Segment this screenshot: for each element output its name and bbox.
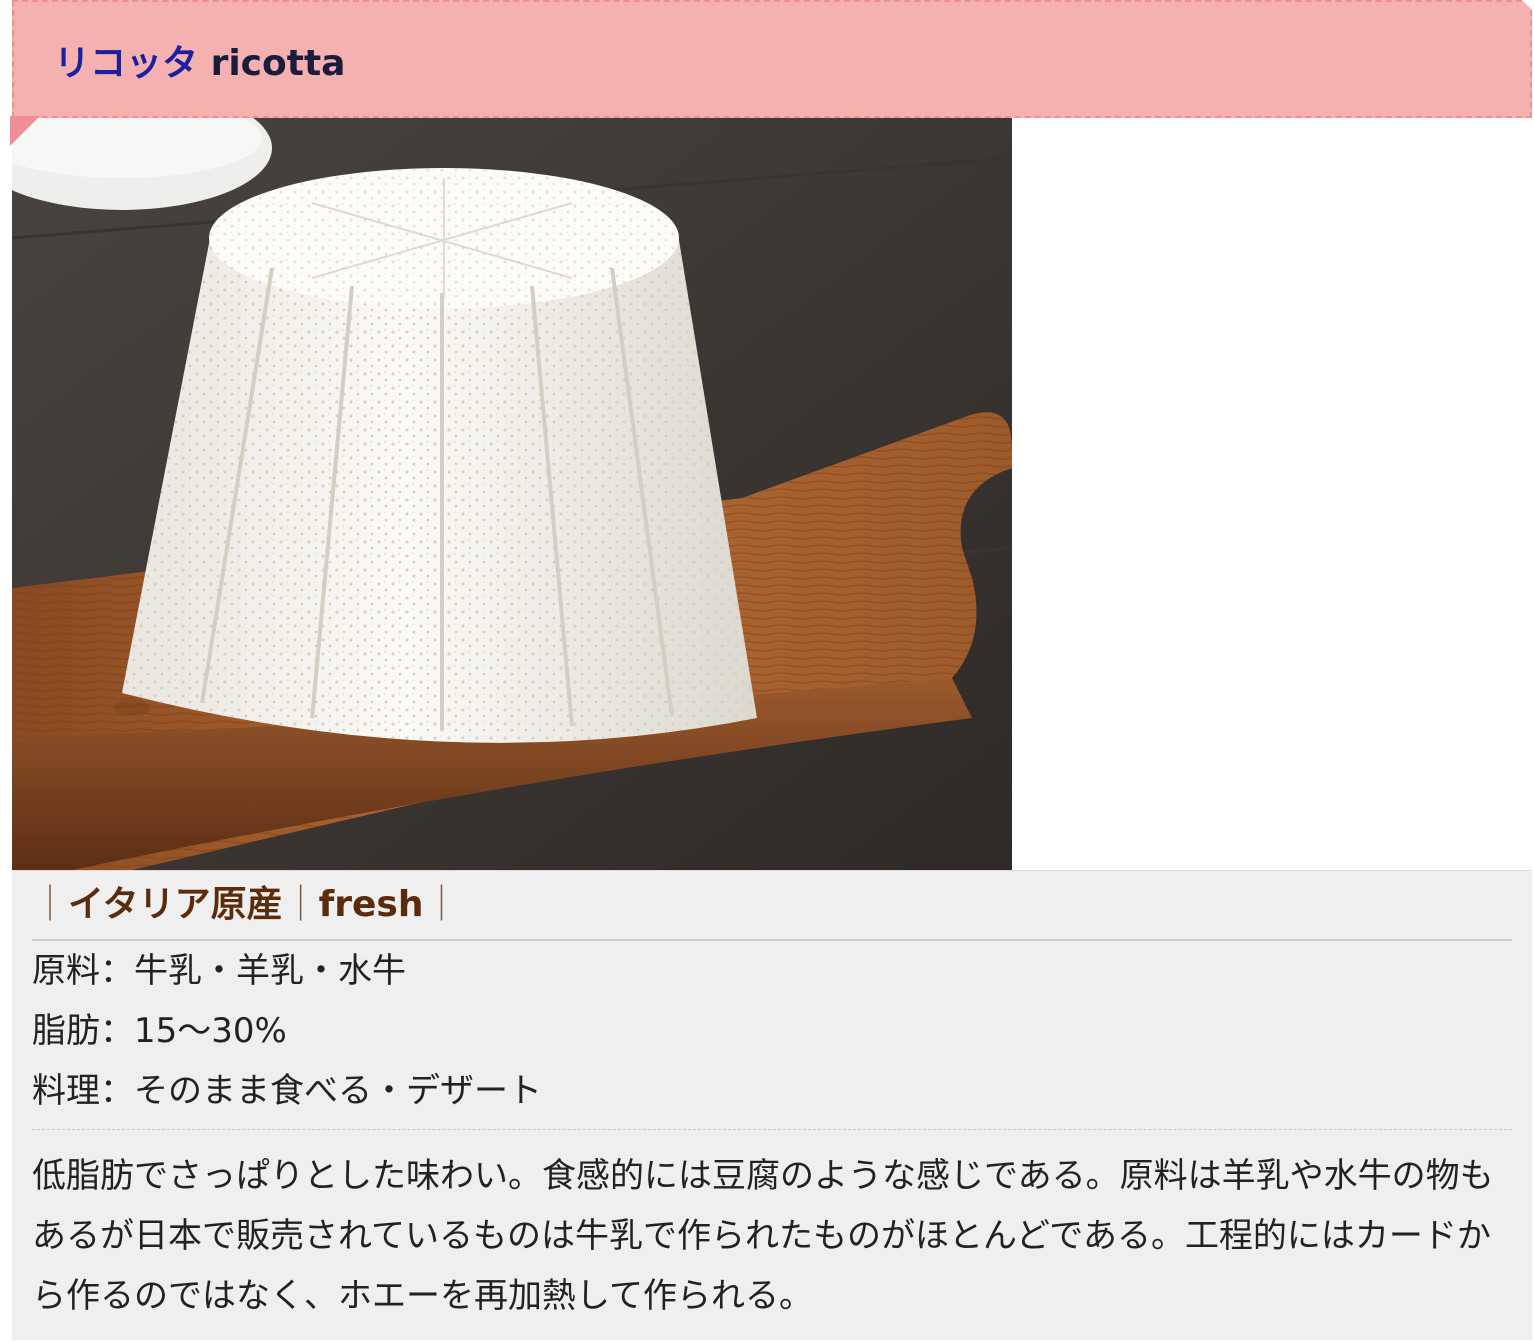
spec-separator: ： — [100, 1011, 134, 1051]
tag-separator: ｜ — [423, 884, 460, 925]
title-jp: リコッタ — [54, 43, 199, 84]
tag-separator: ｜ — [32, 884, 69, 925]
corner-notch — [1522, 0, 1532, 10]
tag-line: ｜イタリア原産｜fresh｜ — [32, 879, 1512, 941]
spec-value: そのまま食べる・デザート — [134, 1071, 542, 1111]
type-tag: fresh — [318, 884, 424, 925]
tag-separator: ｜ — [282, 884, 319, 925]
spec-value: 15〜30% — [134, 1011, 287, 1051]
cheese-photo-illustration — [12, 118, 1012, 870]
spec-value: 牛乳・羊乳・水牛 — [134, 951, 406, 991]
title-bar: リコッタ ricotta — [12, 0, 1532, 118]
spec-label: 料理 — [32, 1071, 100, 1111]
origin-tag: イタリア原産 — [68, 884, 283, 925]
spec-label: 脂肪 — [32, 1011, 100, 1051]
spec-label: 原料 — [32, 951, 100, 991]
info-panel: ｜イタリア原産｜fresh｜ 原料：牛乳・羊乳・水牛 脂肪：15〜30% 料理：… — [12, 870, 1532, 1340]
spec-fat: 脂肪：15〜30% — [32, 1001, 1512, 1061]
spec-cooking: 料理：そのまま食べる・デザート — [32, 1061, 1512, 1121]
ribbon-tail — [10, 116, 40, 146]
page-title: リコッタ ricotta — [54, 38, 345, 90]
cheese-photo — [12, 118, 1012, 870]
title-en: ricotta — [210, 43, 346, 84]
spec-separator: ： — [100, 1071, 134, 1111]
spec-separator: ： — [100, 951, 134, 991]
description: 低脂肪でさっぱりとした味わい。食感的には豆腐のような感じである。原料は羊乳や水牛… — [32, 1156, 1494, 1316]
cheese-entry: リコッタ ricotta ｜イタリア原産｜fresh｜ 原料：牛乳・羊乳・水牛 … — [10, 0, 1532, 1340]
spec-ingredients: 原料：牛乳・羊乳・水牛 — [32, 941, 1512, 1001]
divider — [32, 1129, 1512, 1130]
